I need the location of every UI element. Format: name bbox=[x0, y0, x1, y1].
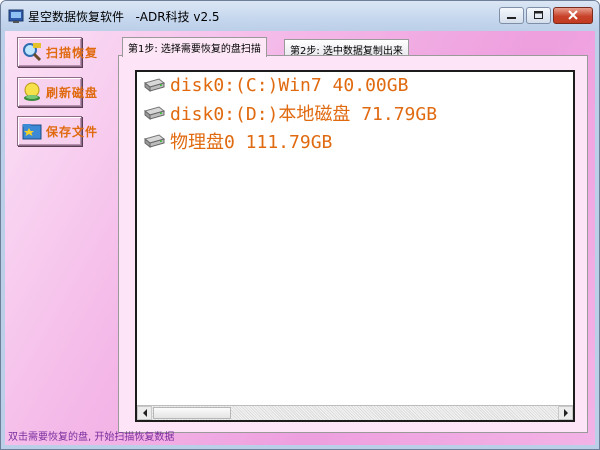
title-bar[interactable]: 星空数据恢复软件 -ADR科技 v2.5 bbox=[1, 1, 599, 31]
hard-drive-icon bbox=[143, 78, 165, 92]
app-window: 星空数据恢复软件 -ADR科技 v2.5 扫描恢复 刷新磁盘 保存文件 第1步:… bbox=[0, 0, 600, 450]
disk-item-d[interactable]: disk0:(D:)本地磁盘 71.79GB bbox=[143, 101, 437, 125]
refresh-disk-label: 刷新磁盘 bbox=[46, 85, 99, 100]
scan-recover-label: 扫描恢复 bbox=[46, 45, 99, 60]
tab-panel-step1: disk0:(C:)Win7 40.00GB disk0:(D:)本地磁盘 71… bbox=[118, 55, 588, 433]
disk-label: 物理盘0 111.79GB bbox=[170, 132, 333, 153]
main-panel: 扫描恢复 刷新磁盘 保存文件 第1步: 选择需要恢复的盘扫描 第2步: 选中数据… bbox=[5, 31, 595, 445]
disk-label: disk0:(C:)Win7 40.00GB bbox=[170, 74, 409, 96]
save-file-icon bbox=[22, 124, 42, 140]
refresh-disk-icon bbox=[24, 82, 40, 101]
save-file-button[interactable]: 保存文件 bbox=[17, 116, 97, 146]
window-title: 星空数据恢复软件 -ADR科技 v2.5 bbox=[28, 10, 220, 24]
tab-step2-copy-data[interactable]: 第2步: 选中数据复制出来 bbox=[284, 39, 409, 57]
save-file-label: 保存文件 bbox=[46, 124, 99, 139]
scan-recover-button[interactable]: 扫描恢复 bbox=[17, 37, 97, 67]
refresh-disk-button[interactable]: 刷新磁盘 bbox=[17, 77, 97, 107]
app-icon bbox=[8, 9, 24, 23]
arrow-left-icon bbox=[142, 409, 147, 417]
disk-list[interactable]: disk0:(C:)Win7 40.00GB disk0:(D:)本地磁盘 71… bbox=[135, 70, 575, 422]
hard-drive-icon bbox=[143, 134, 165, 148]
hard-drive-icon bbox=[143, 106, 165, 120]
disk-label: disk0:(D:)本地磁盘 71.79GB bbox=[170, 104, 438, 125]
scroll-right-button[interactable] bbox=[558, 406, 573, 420]
scrollbar-thumb[interactable] bbox=[153, 407, 231, 419]
minimize-icon bbox=[507, 17, 516, 19]
scroll-left-button[interactable] bbox=[137, 406, 152, 420]
disk-item-c[interactable]: disk0:(C:)Win7 40.00GB bbox=[143, 73, 408, 97]
magnifier-icon bbox=[23, 43, 42, 62]
close-icon bbox=[568, 10, 578, 20]
horizontal-scrollbar[interactable] bbox=[137, 405, 573, 420]
close-button[interactable] bbox=[553, 7, 593, 24]
tab-step1-select-disk[interactable]: 第1步: 选择需要恢复的盘扫描 bbox=[122, 37, 267, 57]
status-text: 双击需要恢复的盘, 开始扫描恢复数据 bbox=[8, 432, 175, 443]
minimize-button[interactable] bbox=[499, 7, 524, 24]
arrow-right-icon bbox=[563, 409, 568, 417]
maximize-button[interactable] bbox=[526, 7, 551, 24]
maximize-icon bbox=[534, 11, 543, 19]
disk-item-physical[interactable]: 物理盘0 111.79GB bbox=[143, 129, 332, 153]
window-controls bbox=[497, 7, 593, 24]
